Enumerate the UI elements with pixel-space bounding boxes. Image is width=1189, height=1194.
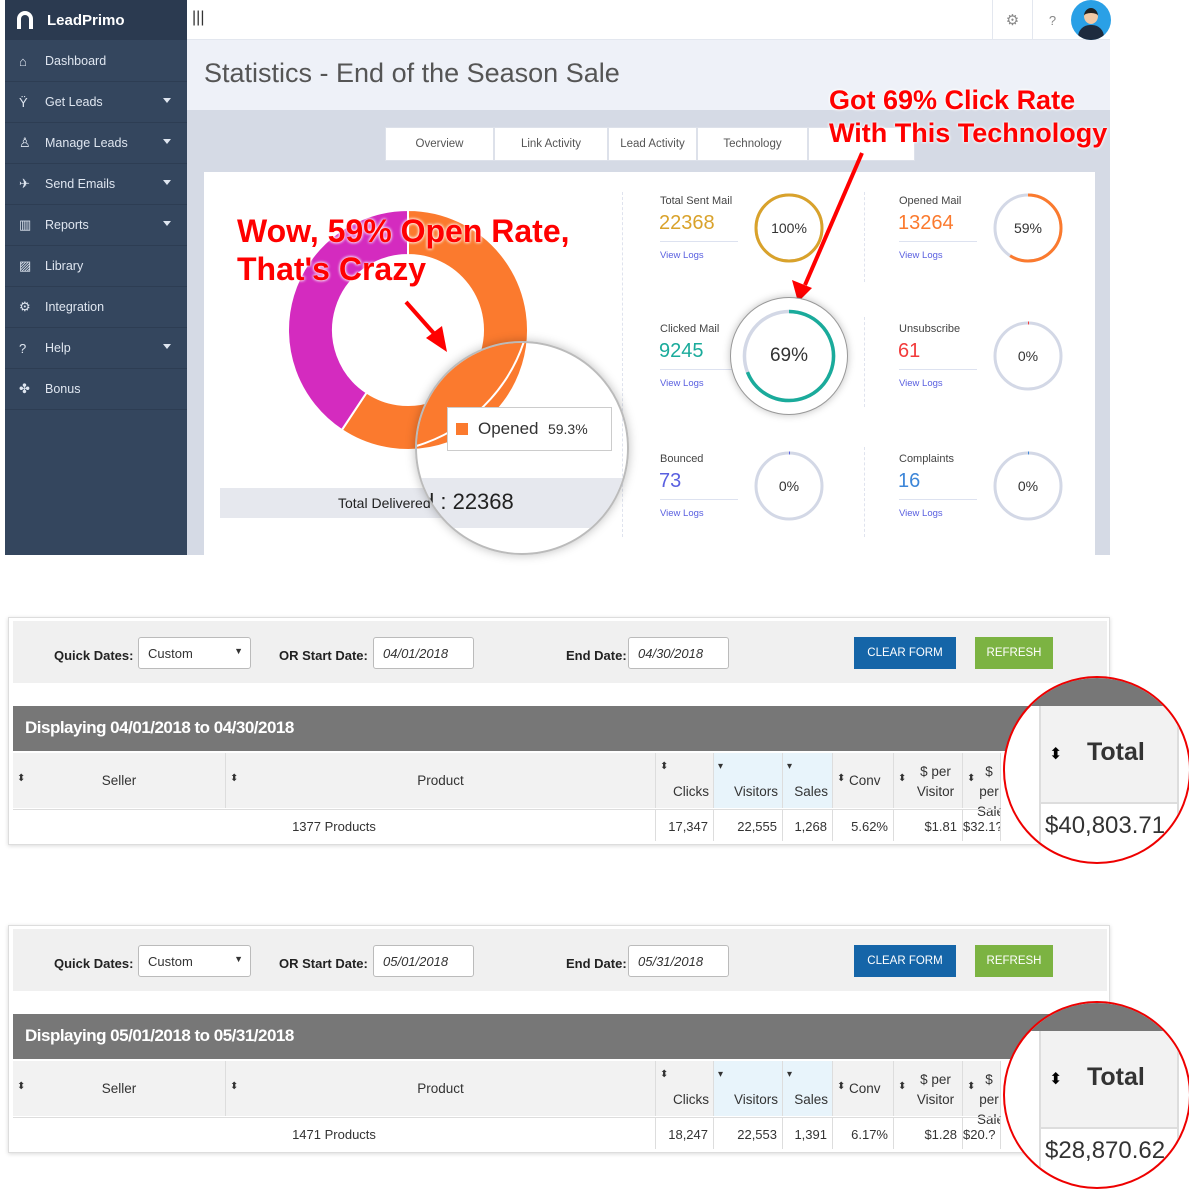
start-date-input[interactable]: 04/01/2018 <box>373 637 474 669</box>
product-count: 1471 Products <box>13 1117 656 1149</box>
cell-total: $28,870.62 <box>1039 1127 1179 1167</box>
total-magnifier: ⬍ Total $40,803.71 <box>1003 676 1189 864</box>
clear-form-button[interactable]: CLEAR FORM <box>854 637 956 669</box>
refresh-button[interactable]: REFRESH <box>975 945 1053 977</box>
stat-value: 16 <box>898 470 921 492</box>
start-date-input[interactable]: 05/01/2018 <box>373 945 474 977</box>
filter-bar: Quick Dates: Custom ▼ OR Start Date: 04/0… <box>13 621 1107 683</box>
stat-label: Complaints <box>899 453 955 465</box>
stat-percent: 0% <box>1017 478 1039 494</box>
column-header-per-visitor[interactable]: ⬍ $ per Visitor <box>894 753 963 808</box>
dropdown-arrow-icon: ▼ <box>234 646 243 656</box>
cell-conv: 6.17% <box>833 1117 894 1149</box>
report-panel: Quick Dates: Custom ▼ OR Start Date: 04/0… <box>8 617 1189 864</box>
column-header-seller[interactable]: ⬍ Seller <box>13 1061 226 1116</box>
stat-percent: 0% <box>778 478 800 494</box>
stat-label: Unsubscribe <box>899 323 961 335</box>
product-count: 1377 Products <box>13 809 656 841</box>
sort-icon: ▾ <box>787 1069 793 1080</box>
filter-bar: Quick Dates: Custom ▼ OR Start Date: 05/0… <box>13 929 1107 991</box>
column-header-per-sale[interactable]: ⬍ $ per Sale <box>963 753 1001 819</box>
stat-percent: 59% <box>1013 220 1043 236</box>
cell-clicks: 17,347 <box>656 809 714 841</box>
stat-value: 73 <box>659 470 682 492</box>
sort-icon: ⬍ <box>660 761 669 772</box>
total-magnifier: ⬍ Total $28,870.62 <box>1003 1001 1189 1189</box>
cell-total: $40,803.71 <box>1039 802 1179 842</box>
sort-icon: ⬍ <box>837 1081 846 1092</box>
column-header-seller[interactable]: ⬍ Seller <box>13 753 226 808</box>
stat-label: Clicked Mail <box>660 323 720 335</box>
sort-icon: ⬍ <box>660 1069 669 1080</box>
cell-per-visitor: $1.81 <box>894 809 963 841</box>
sort-icon: ⬍ <box>898 1081 907 1092</box>
view-logs-link[interactable]: View Logs <box>899 250 943 261</box>
column-header-clicks[interactable]: ⬍ Clicks <box>656 753 714 808</box>
cell-per-sale: $32.1? <box>963 809 1001 841</box>
cell-clicks: 18,247 <box>656 1117 714 1149</box>
quick-dates-select[interactable]: Custom ▼ <box>138 945 251 977</box>
display-range: Displaying 05/01/2018 to 05/31/2018 <box>13 1014 1107 1059</box>
stat-percent: 69% <box>769 345 809 366</box>
column-header-visitors[interactable]: ▾ Visitors <box>714 753 783 808</box>
cell-sales: 1,268 <box>783 809 833 841</box>
column-header-conv[interactable]: ⬍ Conv <box>833 753 894 808</box>
stat-label: Total Sent Mail <box>660 195 733 207</box>
stat-label: Opened Mail <box>899 195 962 207</box>
refresh-button[interactable]: REFRESH <box>975 637 1053 669</box>
view-logs-link[interactable]: View Logs <box>899 508 943 519</box>
stat-percent: 0% <box>1017 348 1039 364</box>
sort-icon: ⬍ <box>967 1081 976 1092</box>
stat-label: Bounced <box>660 453 704 465</box>
column-header-per-sale[interactable]: ⬍ $ per Sale <box>963 1061 1001 1127</box>
end-date-input[interactable]: 04/30/2018 <box>628 637 729 669</box>
cell-per-sale: $20.? <box>963 1117 1001 1149</box>
cell-sales: 1,391 <box>783 1117 833 1149</box>
sort-icon: ⬍ <box>898 773 907 784</box>
sort-icon: ⬍ <box>837 773 846 784</box>
report-panel: Quick Dates: Custom ▼ OR Start Date: 05/0… <box>8 925 1189 1189</box>
cell-conv: 5.62% <box>833 809 894 841</box>
column-header-sales[interactable]: ▾ Sales <box>783 1061 833 1116</box>
column-header-total: ⬍ Total <box>1039 1031 1179 1127</box>
display-range: Displaying 04/01/2018 to 04/30/2018 <box>13 706 1107 751</box>
sort-icon: ⬍ <box>1049 746 1063 763</box>
column-header-product[interactable]: ⬍ Product <box>226 1061 656 1116</box>
quick-dates-select[interactable]: Custom ▼ <box>138 637 251 669</box>
cell-visitors: 22,555 <box>714 809 783 841</box>
view-logs-link[interactable]: View Logs <box>899 378 943 389</box>
column-header-per-visitor[interactable]: ⬍ $ per Visitor <box>894 1061 963 1116</box>
sort-icon: ▾ <box>718 1069 724 1080</box>
stat-percent: 100% <box>771 220 807 236</box>
sort-icon: ⬍ <box>1049 1071 1063 1088</box>
cell-per-visitor: $1.28 <box>894 1117 963 1149</box>
view-logs-link[interactable]: View Logs <box>660 508 704 519</box>
sort-icon: ▾ <box>718 761 724 772</box>
view-logs-link[interactable]: View Logs <box>660 250 704 261</box>
stat-value: 9245 <box>659 340 704 362</box>
end-date-input[interactable]: 05/31/2018 <box>628 945 729 977</box>
sort-icon: ▾ <box>787 761 793 772</box>
view-logs-link[interactable]: View Logs <box>660 378 704 389</box>
column-header-clicks[interactable]: ⬍ Clicks <box>656 1061 714 1116</box>
clear-form-button[interactable]: CLEAR FORM <box>854 945 956 977</box>
column-header-product[interactable]: ⬍ Product <box>226 753 656 808</box>
dropdown-arrow-icon: ▼ <box>234 954 243 964</box>
column-header-visitors[interactable]: ▾ Visitors <box>714 1061 783 1116</box>
column-header-conv[interactable]: ⬍ Conv <box>833 1061 894 1116</box>
sort-icon: ⬍ <box>967 773 976 784</box>
stat-value: 13264 <box>898 212 954 234</box>
column-header-total: ⬍ Total <box>1039 706 1179 802</box>
stat-value: 61 <box>898 340 921 362</box>
cell-visitors: 22,553 <box>714 1117 783 1149</box>
column-header-sales[interactable]: ▾ Sales <box>783 753 833 808</box>
stat-value: 22368 <box>659 212 715 234</box>
